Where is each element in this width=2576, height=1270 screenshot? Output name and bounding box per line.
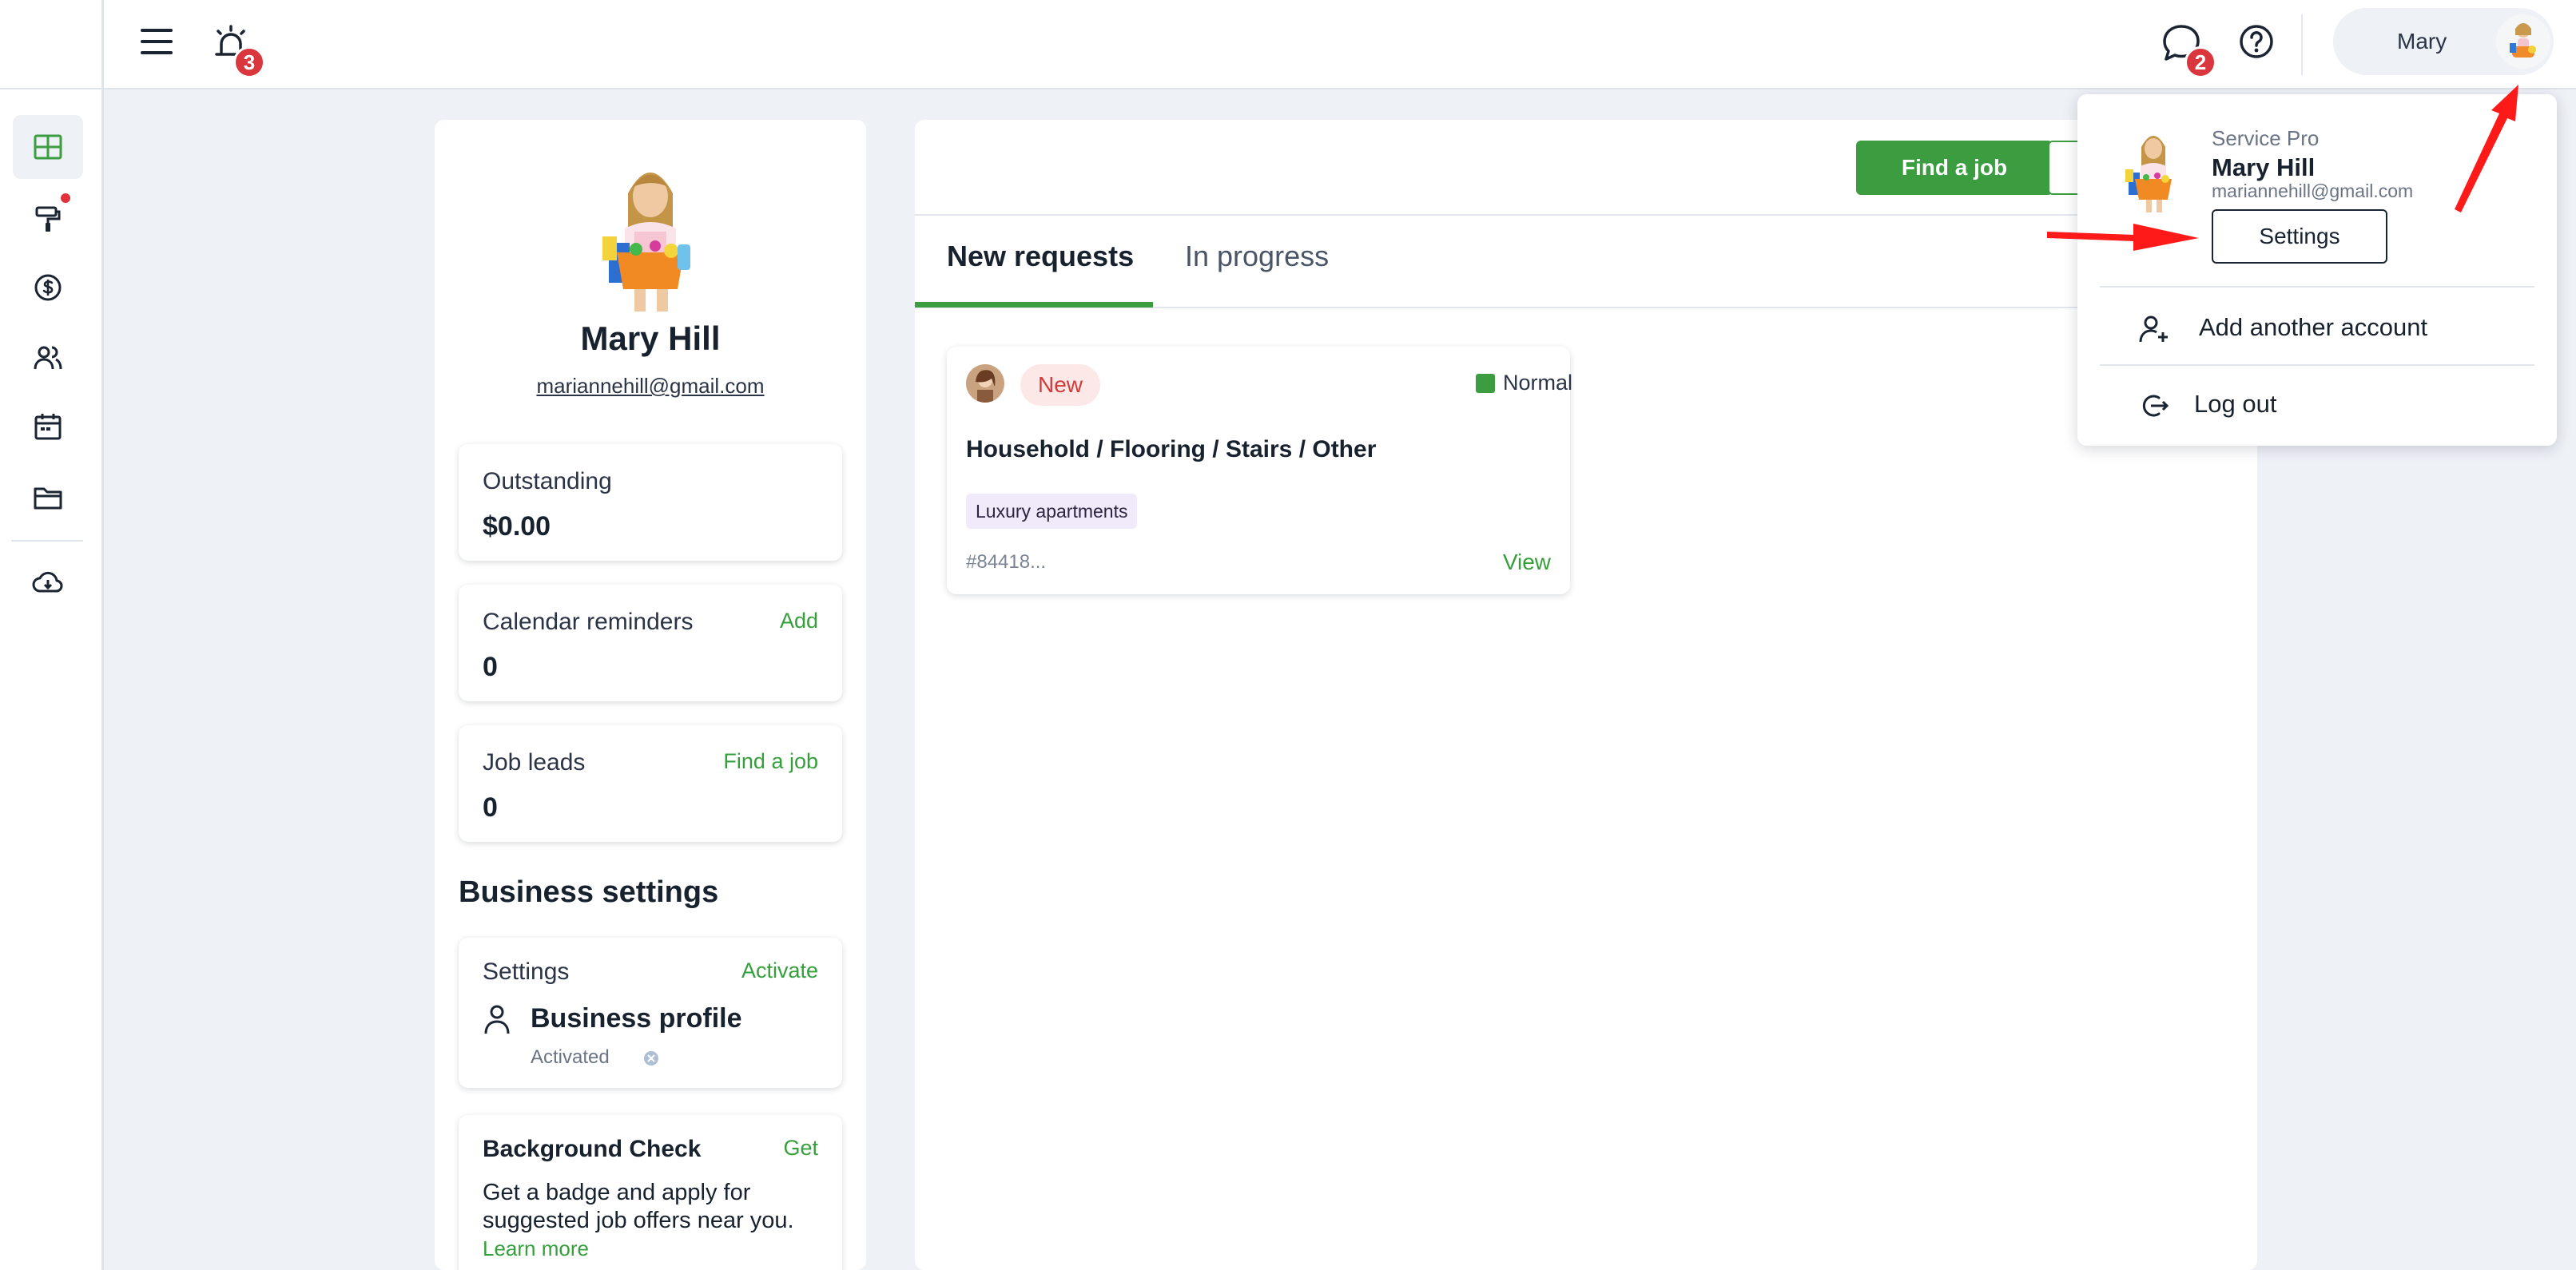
background-check-text: Get a badge and apply for suggested job … bbox=[483, 1179, 802, 1263]
paint-roller-icon bbox=[35, 206, 61, 232]
top-bar: 3 2 Mary bbox=[0, 0, 2576, 89]
job-title: Household / Flooring / Stairs / Other bbox=[966, 436, 1377, 462]
profile-panel: Mary Hill mariannehill@gmail.com Outstan… bbox=[435, 120, 866, 1270]
avatar bbox=[2117, 126, 2189, 214]
alerts-count-badge: 3 bbox=[233, 46, 265, 78]
job-request-card[interactable]: New Normal Household / Flooring / Stairs… bbox=[947, 347, 1573, 594]
settings-card: Settings Activate Business profile Activ… bbox=[459, 938, 842, 1088]
add-another-account-item[interactable]: Add another account bbox=[2100, 294, 2534, 364]
nav-files[interactable] bbox=[13, 465, 83, 529]
view-job-link[interactable]: View bbox=[1503, 550, 1551, 575]
settings-title: Settings bbox=[483, 958, 570, 985]
account-email: mariannehill@gmail.com bbox=[2212, 181, 2414, 201]
cloud-download-icon bbox=[32, 571, 63, 593]
active-tab-indicator bbox=[915, 302, 1153, 308]
outstanding-title: Outstanding bbox=[483, 468, 612, 494]
tab-in-progress[interactable]: In progress bbox=[1185, 240, 1329, 273]
account-name: Mary Hill bbox=[2212, 153, 2316, 181]
nav-dashboard[interactable] bbox=[13, 115, 83, 179]
question-circle-icon bbox=[2240, 25, 2273, 58]
calendar-icon bbox=[34, 414, 62, 440]
tab-new-requests[interactable]: New requests bbox=[947, 240, 1134, 273]
messages-count-badge: 2 bbox=[2184, 46, 2216, 78]
calendar-reminders-title: Calendar reminders bbox=[483, 609, 694, 635]
get-badge-link[interactable]: Get bbox=[783, 1136, 818, 1161]
hamburger-icon bbox=[141, 29, 173, 54]
topbar-divider bbox=[2301, 14, 2303, 75]
find-job-button[interactable]: Find a job bbox=[1856, 141, 2053, 195]
add-another-account-label: Add another account bbox=[2199, 313, 2428, 341]
add-reminder-link[interactable]: Add bbox=[780, 609, 818, 633]
help-button[interactable] bbox=[2234, 19, 2279, 64]
info-dot-icon bbox=[644, 1051, 658, 1066]
background-check-title: Background Check bbox=[483, 1136, 702, 1162]
user-dropdown-menu: Service Pro Mary Hill mariannehill@gmail… bbox=[2077, 94, 2557, 446]
job-leads-title: Job leads bbox=[483, 749, 586, 776]
dollar-circle-icon bbox=[34, 274, 62, 301]
outstanding-value: $0.00 bbox=[483, 511, 551, 542]
profile-name: Mary Hill bbox=[580, 319, 721, 357]
brand-area bbox=[0, 0, 104, 89]
job-tag: Luxury apartments bbox=[966, 494, 1138, 529]
nav-divider bbox=[11, 540, 83, 542]
dropdown-divider bbox=[2100, 364, 2534, 366]
add-user-icon bbox=[2139, 316, 2168, 343]
settings-button[interactable]: Settings bbox=[2212, 209, 2387, 264]
log-out-item[interactable]: Log out bbox=[2100, 371, 2534, 441]
notification-dot bbox=[61, 193, 70, 203]
dashboard-icon bbox=[34, 134, 62, 160]
left-navigation bbox=[0, 89, 104, 1270]
nav-services[interactable] bbox=[13, 187, 83, 251]
nav-download[interactable] bbox=[13, 551, 83, 615]
job-leads-card: Job leads Find a job 0 bbox=[459, 725, 842, 842]
job-id: #84418... bbox=[966, 551, 1047, 573]
status-badge: New bbox=[1020, 364, 1100, 406]
activate-link[interactable]: Activate bbox=[741, 958, 818, 983]
avatar bbox=[2496, 14, 2550, 69]
priority-indicator bbox=[1476, 374, 1495, 393]
log-out-label: Log out bbox=[2194, 390, 2277, 418]
menu-button[interactable] bbox=[134, 19, 179, 64]
learn-more-link[interactable]: Learn more bbox=[483, 1236, 589, 1260]
users-icon bbox=[34, 346, 62, 370]
find-job-link[interactable]: Find a job bbox=[723, 749, 818, 774]
calendar-reminders-card: Calendar reminders Add 0 bbox=[459, 585, 842, 701]
panel-divider bbox=[915, 214, 2257, 216]
person-icon bbox=[484, 1005, 510, 1034]
priority-label: Normal bbox=[1503, 371, 1573, 395]
nav-clients[interactable] bbox=[13, 326, 83, 390]
folder-icon bbox=[34, 487, 62, 510]
business-profile-status: Activated bbox=[531, 1046, 610, 1068]
business-settings-heading: Business settings bbox=[459, 875, 719, 909]
profile-email-link[interactable]: mariannehill@gmail.com bbox=[435, 374, 866, 399]
account-role: Service Pro bbox=[2212, 126, 2320, 150]
outstanding-card: Outstanding $0.00 bbox=[459, 444, 842, 561]
jobs-panel: Find a job New requests In progress New … bbox=[915, 120, 2257, 1270]
nav-calendar[interactable] bbox=[13, 395, 83, 458]
user-name: Mary bbox=[2397, 29, 2447, 54]
dropdown-divider bbox=[2100, 286, 2534, 288]
nav-payments[interactable] bbox=[13, 256, 83, 319]
business-profile-label[interactable]: Business profile bbox=[531, 1003, 742, 1034]
background-check-card: Background Check Get Get a badge and app… bbox=[459, 1115, 842, 1270]
profile-photo bbox=[578, 155, 722, 315]
background-check-description: Get a badge and apply for suggested job … bbox=[483, 1180, 794, 1233]
calendar-reminders-value: 0 bbox=[483, 652, 498, 682]
avatar bbox=[966, 364, 1004, 403]
user-menu-button[interactable]: Mary bbox=[2333, 8, 2554, 75]
job-leads-value: 0 bbox=[483, 792, 498, 823]
logout-icon bbox=[2142, 395, 2169, 417]
